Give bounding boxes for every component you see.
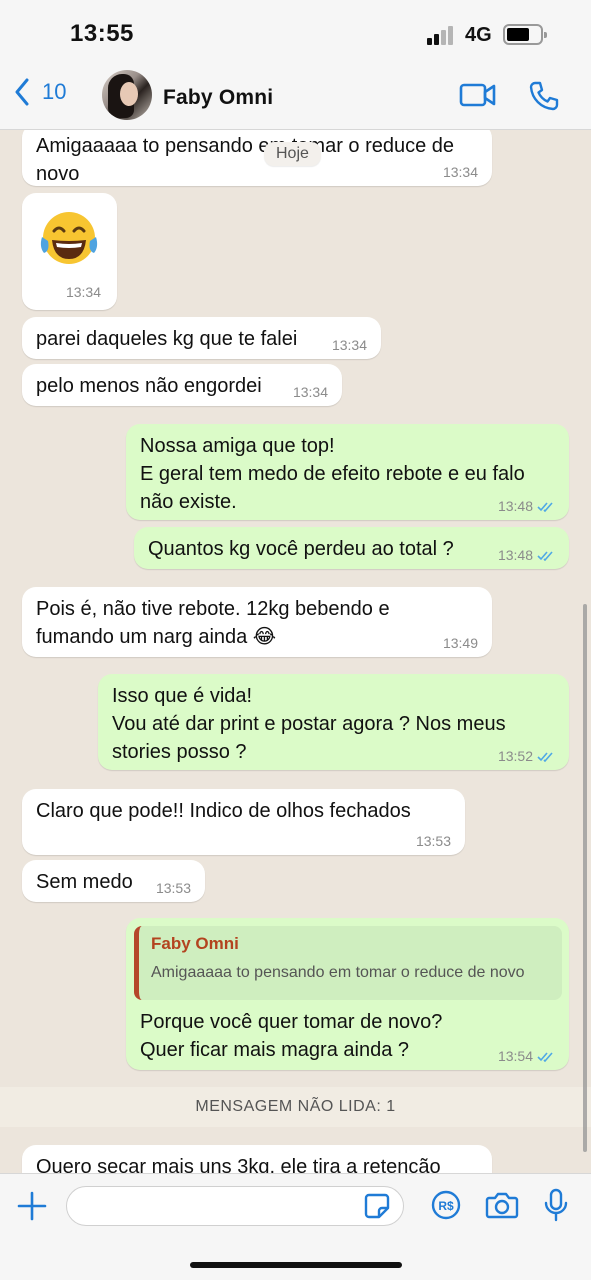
message-text: Quantos kg você perdeu ao total ? — [148, 538, 454, 560]
tears-of-joy-emoji — [40, 212, 98, 264]
message-bubble[interactable]: Quero secar mais uns 3kg, ele tira a ret… — [22, 1145, 492, 1173]
microphone-button[interactable] — [542, 1188, 570, 1227]
plus-icon — [17, 1191, 47, 1221]
message-time: 13:49 — [442, 635, 478, 651]
message-text: Amigaaaaa to pensando em tomar o reduce … — [36, 135, 455, 185]
quote-author: Faby Omni — [151, 934, 239, 953]
message-time: 13:52 — [498, 748, 555, 764]
network-type: 4G — [465, 24, 492, 46]
video-call-button[interactable] — [459, 80, 497, 115]
message-bubble[interactable]: Sem medo 13:53 — [22, 860, 205, 902]
double-check-icon — [537, 1051, 553, 1062]
message-time: 13:54 — [498, 1048, 555, 1064]
message-time: 13:53 — [415, 833, 451, 849]
message-text: Isso que é vida! Vou até dar print e pos… — [112, 685, 506, 763]
attach-button[interactable] — [16, 1190, 48, 1227]
avatar[interactable] — [102, 70, 152, 120]
unread-banner: MENSAGEM NÃO LIDA: 1 — [0, 1087, 591, 1127]
sticker-button[interactable] — [363, 1192, 391, 1225]
message-text: Pois é, não tive rebote. 12kg bebendo e … — [36, 598, 390, 648]
svg-text:R$: R$ — [438, 1199, 454, 1213]
message-bubble[interactable]: Faby Omni Amigaaaaa to pensando em tomar… — [126, 918, 569, 1070]
message-time: 13:34 — [292, 384, 328, 400]
message-bubble[interactable]: pelo menos não engordei 13:34 — [22, 364, 342, 406]
camera-icon — [485, 1192, 519, 1219]
back-button[interactable]: 10 — [14, 78, 66, 106]
home-indicator[interactable] — [190, 1262, 402, 1268]
message-time: 13:48 — [498, 547, 555, 563]
quote-text: Amigaaaaa to pensando em tomar o reduce … — [151, 964, 525, 981]
video-call-icon — [459, 83, 496, 107]
message-bubble[interactable]: Amigaaaaa to pensando em tomar o reduce … — [22, 130, 492, 186]
double-check-icon — [537, 751, 553, 762]
message-bubble[interactable]: Quantos kg você perdeu ao total ? 13:48 — [134, 527, 569, 569]
date-pill: Hoje — [264, 142, 321, 166]
signal-icon — [427, 25, 457, 45]
status-time: 13:55 — [70, 20, 134, 47]
contact-name[interactable]: Faby Omni — [163, 86, 273, 110]
chevron-left-icon — [15, 78, 29, 106]
payment-icon: R$ — [431, 1190, 461, 1220]
battery-icon — [503, 24, 547, 45]
back-count: 10 — [42, 79, 67, 104]
message-time: 13:34 — [331, 337, 367, 353]
sticker-icon — [364, 1193, 390, 1219]
message-input[interactable] — [66, 1186, 404, 1226]
message-bubble[interactable]: Pois é, não tive rebote. 12kg bebendo e … — [22, 587, 492, 657]
payment-button[interactable]: R$ — [431, 1190, 461, 1225]
double-check-icon — [537, 501, 553, 512]
message-bubble[interactable]: parei daqueles kg que te falei 13:34 — [22, 317, 381, 359]
message-text: pelo menos não engordei — [36, 375, 262, 397]
message-time: 13:53 — [155, 880, 191, 896]
message-text: Porque você quer tomar de novo? Quer fic… — [140, 1011, 443, 1061]
status-bar: 13:55 4G — [0, 0, 591, 64]
message-time: 13:34 — [65, 284, 101, 300]
phone-icon — [529, 81, 559, 111]
double-check-icon — [537, 550, 553, 561]
message-text: Quero secar mais uns 3kg, ele tira a ret… — [36, 1156, 441, 1173]
scrollbar[interactable] — [583, 604, 587, 1152]
message-time: 13:48 — [498, 498, 555, 514]
message-text: Claro que pode!! Indico de olhos fechado… — [36, 800, 411, 822]
message-text: Nossa amiga que top! E geral tem medo de… — [140, 435, 525, 513]
message-bubble[interactable]: 13:34 — [22, 193, 117, 310]
message-time: 13:34 — [442, 164, 478, 180]
chat-area[interactable]: Amigaaaaa to pensando em tomar o reduce … — [0, 130, 591, 1173]
message-bubble[interactable]: Isso que é vida! Vou até dar print e pos… — [98, 674, 569, 770]
microphone-icon — [544, 1188, 568, 1222]
message-text: parei daqueles kg que te falei — [36, 328, 298, 350]
quoted-message[interactable]: Faby Omni Amigaaaaa to pensando em tomar… — [134, 926, 562, 1000]
voice-call-button[interactable] — [528, 80, 560, 117]
message-bubble[interactable]: Nossa amiga que top! E geral tem medo de… — [126, 424, 569, 520]
camera-button[interactable] — [485, 1190, 519, 1225]
chat-header: 10 Faby Omni — [0, 64, 591, 130]
message-bubble[interactable]: Claro que pode!! Indico de olhos fechado… — [22, 789, 465, 855]
